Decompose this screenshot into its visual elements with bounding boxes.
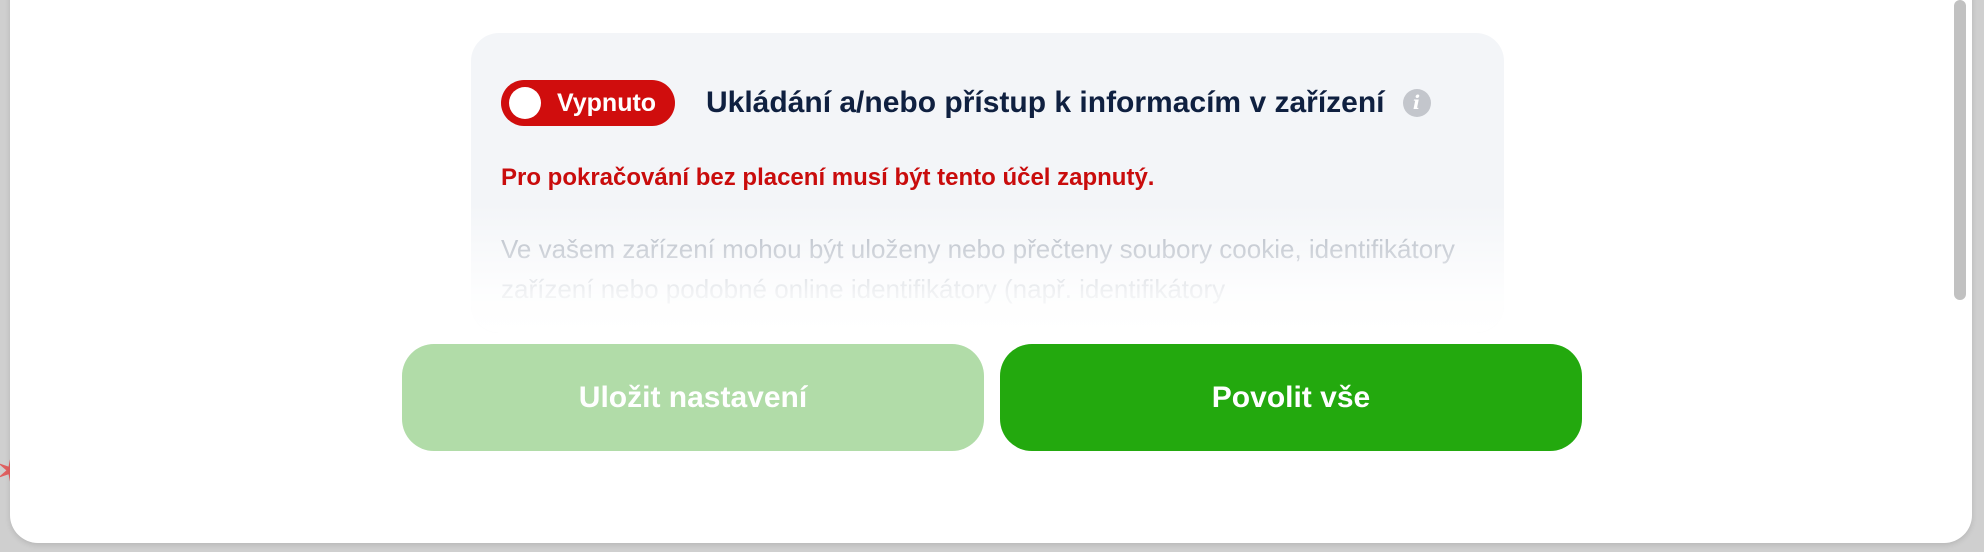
scrollbar-thumb[interactable] (1954, 0, 1966, 300)
purpose-description: Ve vašem zařízení mohou být uloženy nebo… (501, 234, 1455, 304)
purpose-warning: Pro pokračování bez placení musí být ten… (501, 164, 1155, 191)
purpose-toggle[interactable]: Vypnuto (501, 80, 675, 126)
allow-all-button[interactable]: Povolit vše (1000, 344, 1582, 451)
purpose-header: Vypnuto Ukládání a/nebo přístup k inform… (501, 80, 1431, 126)
save-settings-button[interactable]: Uložit nastavení (402, 344, 984, 451)
toggle-label: Vypnuto (557, 88, 657, 117)
purpose-card: Vypnuto Ukládání a/nebo přístup k inform… (471, 33, 1504, 333)
toggle-knob (509, 87, 541, 119)
scrollbar[interactable] (1950, 0, 1972, 520)
purpose-title: Ukládání a/nebo přístup k informacím v z… (706, 86, 1385, 119)
info-icon[interactable]: i (1402, 89, 1431, 117)
consent-modal: Vypnuto Ukládání a/nebo přístup k inform… (10, 0, 1972, 543)
